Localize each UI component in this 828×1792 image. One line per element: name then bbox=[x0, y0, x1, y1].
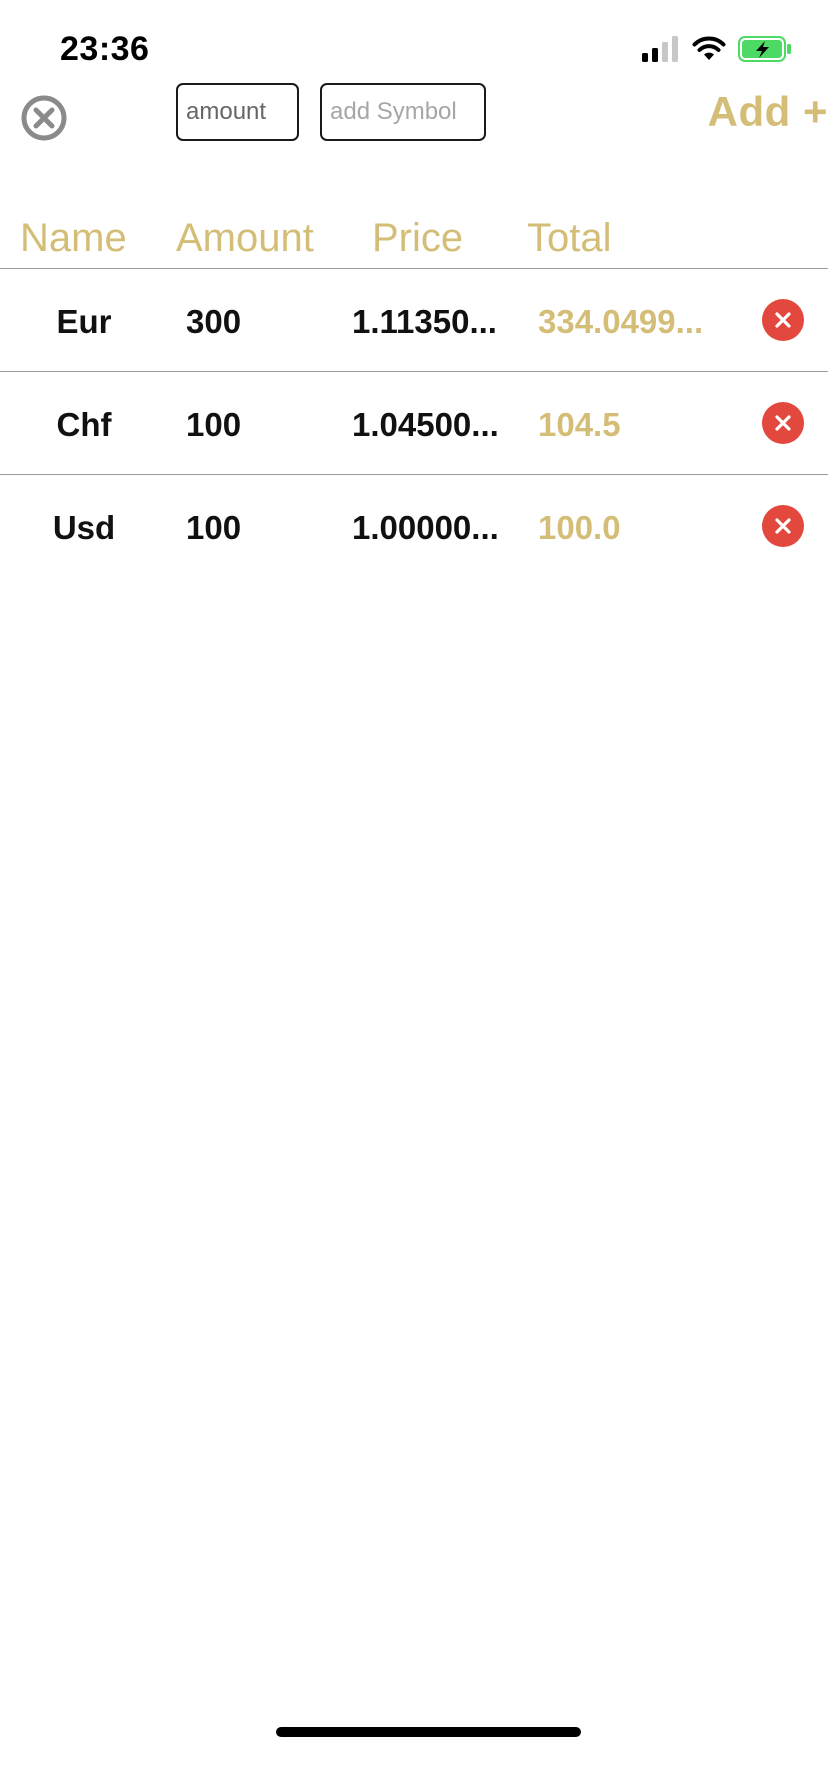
row-name: Usd bbox=[52, 509, 116, 546]
row-price: 1.11350... bbox=[352, 303, 497, 340]
add-button[interactable]: Add + bbox=[708, 88, 828, 136]
table-header: Name Amount Price Total bbox=[0, 208, 828, 268]
table-row: Usd 100 1.00000... 100.0 bbox=[0, 475, 828, 578]
symbol-input[interactable] bbox=[320, 83, 486, 141]
table-row: Eur 300 1.11350... 334.0499... bbox=[0, 269, 828, 372]
status-time: 23:36 bbox=[60, 30, 150, 68]
column-header-amount: Amount bbox=[176, 216, 314, 260]
portfolio-screen: 23:36 Add + Name Amount Price Total bbox=[0, 0, 828, 1792]
column-header-name: Name bbox=[20, 216, 127, 260]
signal-icon bbox=[642, 36, 678, 62]
row-amount: 100 bbox=[186, 406, 242, 443]
row-amount: 300 bbox=[186, 303, 242, 340]
delete-button[interactable] bbox=[762, 299, 804, 341]
column-header-total: Total bbox=[527, 216, 612, 260]
row-price: 1.00000... bbox=[352, 509, 499, 546]
battery-charging-icon bbox=[738, 36, 791, 62]
delete-button[interactable] bbox=[762, 505, 804, 547]
column-header-price: Price bbox=[372, 216, 464, 260]
row-total: 334.0499... bbox=[538, 303, 704, 340]
delete-icon bbox=[775, 312, 791, 328]
row-name: Eur bbox=[56, 303, 112, 340]
table-row: Chf 100 1.04500... 104.5 bbox=[0, 372, 828, 475]
wifi-icon bbox=[692, 36, 726, 60]
close-circle-icon[interactable] bbox=[20, 94, 68, 142]
row-price: 1.04500... bbox=[352, 406, 499, 443]
delete-icon bbox=[775, 415, 791, 431]
amount-input[interactable] bbox=[176, 83, 299, 141]
row-name: Chf bbox=[56, 406, 112, 443]
status-icons bbox=[642, 36, 792, 62]
delete-button[interactable] bbox=[762, 402, 804, 444]
delete-icon bbox=[775, 518, 791, 534]
home-indicator bbox=[276, 1727, 581, 1737]
row-total: 104.5 bbox=[538, 406, 621, 443]
row-amount: 100 bbox=[186, 509, 242, 546]
row-total: 100.0 bbox=[538, 509, 621, 546]
